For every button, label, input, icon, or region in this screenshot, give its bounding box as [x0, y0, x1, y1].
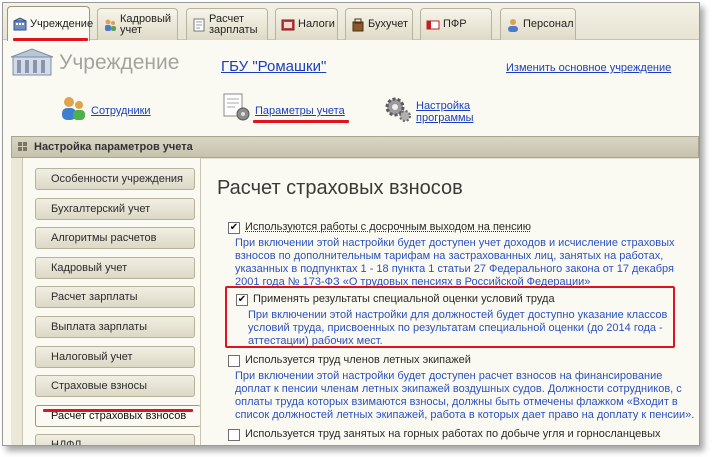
sidebar-item-payroll[interactable]: Расчет зарплаты	[35, 286, 195, 309]
section-tabbar: Учреждение Кадровый учет Расчет зарплаты…	[3, 3, 699, 41]
sidebar-item-insurance[interactable]: Страховые взносы	[35, 375, 195, 398]
tab-institution[interactable]: Учреждение	[7, 6, 94, 41]
employees-link[interactable]: Сотрудники	[91, 105, 151, 117]
tab-staff[interactable]: Персонал	[500, 8, 576, 40]
personnel-icon	[102, 17, 117, 32]
tab-taxes[interactable]: Налоги	[275, 8, 338, 40]
program-settings-link[interactable]: Настройка программы	[416, 100, 476, 124]
taxes-icon	[280, 17, 295, 32]
program-settings-icon[interactable]	[383, 95, 413, 125]
highlight-underline-params	[253, 120, 349, 123]
early-retirement-checkbox[interactable]: ✔	[228, 221, 240, 234]
tab-label: Персонал	[523, 18, 574, 30]
panel-title: Настройка параметров учета	[34, 141, 193, 153]
page-title: Учреждение	[59, 51, 180, 74]
highlight-box	[225, 286, 675, 348]
organization-link[interactable]: ГБУ "Ромашки"	[221, 58, 326, 75]
panel-menu-icon[interactable]	[18, 142, 28, 152]
option-label: Используется труд занятых на горных рабо…	[245, 428, 661, 440]
pension-fund-icon	[425, 17, 440, 32]
option-coal-mining[interactable]: Используется труд занятых на горных рабо…	[228, 428, 661, 441]
sidebar-item-calc-algorithms[interactable]: Алгоритмы расчетов	[35, 227, 195, 250]
highlight-underline-sidebar	[43, 409, 193, 412]
tab-payroll[interactable]: Расчет зарплаты	[186, 8, 268, 40]
change-institution-link[interactable]: Изменить основное учреждение	[506, 62, 671, 74]
accounting-params-icon[interactable]	[221, 92, 251, 122]
tab-accounting[interactable]: Бухучет	[345, 8, 413, 40]
sidebar-item-salary-payment[interactable]: Выплата зарплаты	[35, 315, 195, 338]
tab-label: ПФР	[443, 18, 467, 30]
sidebar-item-personnel[interactable]: Кадровый учет	[35, 256, 195, 279]
tab-label: Учреждение	[30, 17, 94, 30]
option-early-retirement[interactable]: ✔ Используются работы с досрочным выходо…	[228, 221, 531, 234]
accounting-icon	[350, 17, 365, 32]
application-window: Учреждение Кадровый учет Расчет зарплаты…	[2, 2, 700, 446]
sidebar-item-tax-accounting[interactable]: Налоговый учет	[35, 345, 195, 368]
flight-crew-checkbox[interactable]	[228, 354, 240, 367]
tab-personnel[interactable]: Кадровый учет	[97, 8, 178, 40]
tab-label: Бухучет	[368, 18, 408, 30]
content-title: Расчет страховых взносов	[217, 177, 463, 199]
tab-pension-fund[interactable]: ПФР	[420, 8, 492, 40]
staff-icon	[505, 17, 520, 32]
left-scrollbar[interactable]	[11, 158, 23, 445]
option-description: При включении этой настройки будет досту…	[235, 370, 695, 421]
coal-mining-checkbox[interactable]	[228, 428, 240, 441]
option-label: Используются работы с досрочным выходом …	[245, 221, 532, 233]
tab-label: Налоги	[298, 18, 335, 30]
institution-building-icon	[9, 47, 55, 77]
sidebar-item-institution-features[interactable]: Особенности учреждения	[35, 168, 195, 190]
tab-label: Расчет зарплаты	[209, 12, 258, 36]
option-description: При включении этой настройки будет досту…	[235, 237, 675, 288]
tab-label: Кадровый учет	[120, 12, 172, 36]
payroll-icon	[191, 17, 206, 32]
option-label: Используется труд членов летных экипажей	[245, 354, 471, 366]
building-icon	[12, 17, 27, 32]
panel-header: Настройка параметров учета	[11, 136, 699, 158]
sidebar-item-accounting[interactable]: Бухгалтерский учет	[35, 197, 195, 220]
option-flight-crew[interactable]: Используется труд членов летных экипажей	[228, 354, 471, 367]
sidebar-item-ndfl[interactable]: НДФЛ	[35, 434, 195, 445]
employees-icon[interactable]	[59, 94, 89, 124]
highlight-underline-tab	[13, 38, 88, 41]
settings-sidebar: Особенности учреждения Бухгалтерский уче…	[35, 168, 201, 445]
accounting-params-link[interactable]: Параметры учета	[255, 105, 345, 117]
